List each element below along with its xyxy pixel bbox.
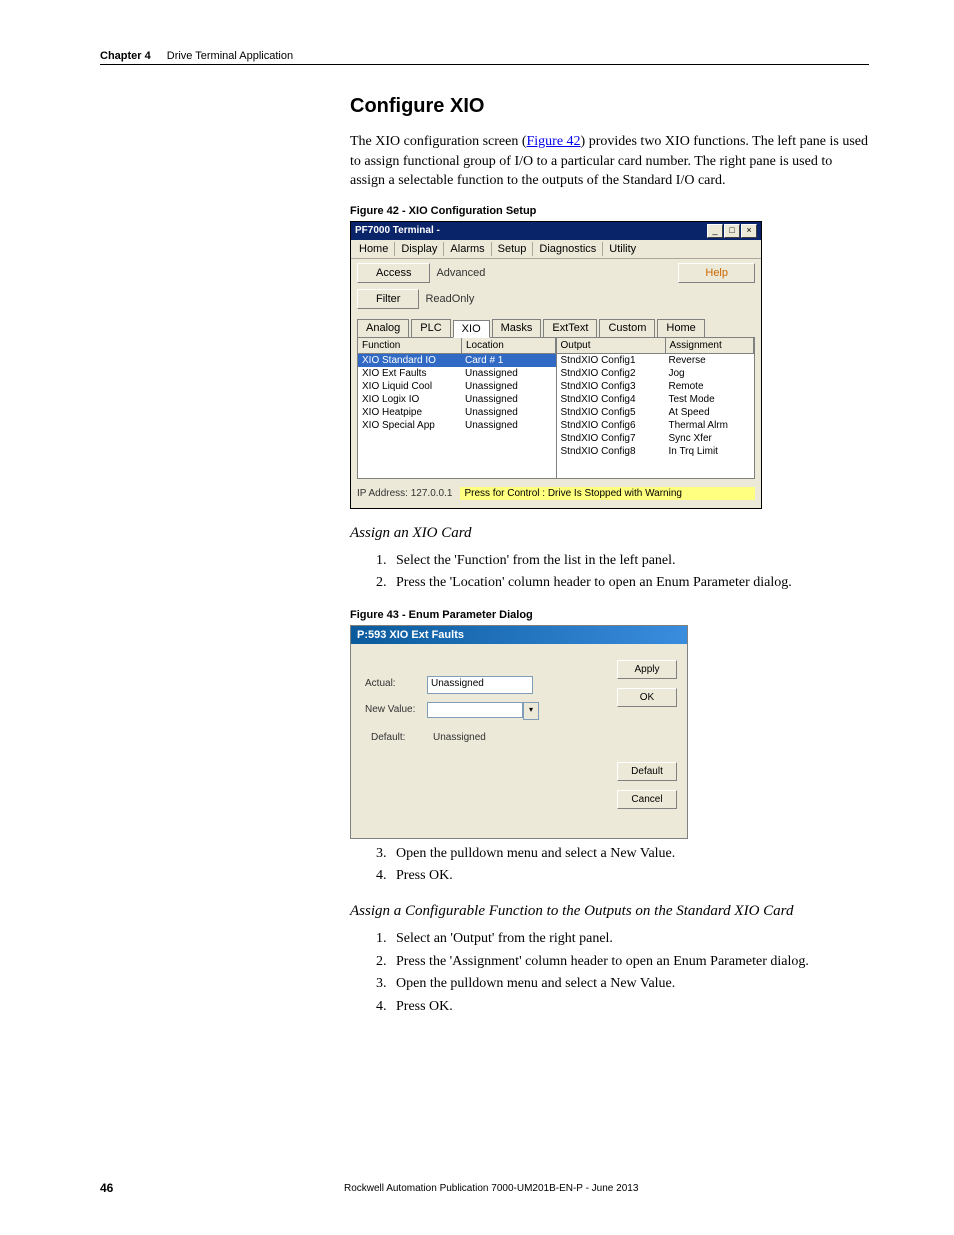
table-row[interactable]: XIO Liquid CoolUnassigned — [358, 380, 556, 393]
tab-analog[interactable]: Analog — [357, 319, 409, 337]
dialog-title: P:593 XIO Ext Faults — [351, 626, 687, 644]
ip-address: IP Address: 127.0.0.1 — [357, 488, 452, 499]
out-step-4: Press OK. — [390, 996, 869, 1018]
menu-utility[interactable]: Utility — [603, 242, 642, 256]
table-row[interactable]: StndXIO Config6Thermal Alrm — [557, 419, 755, 432]
heading-assign-output: Assign a Configurable Function to the Ou… — [350, 903, 869, 920]
table-row[interactable]: XIO Ext FaultsUnassigned — [358, 367, 556, 380]
tab-plc[interactable]: PLC — [411, 319, 450, 337]
out-step-2: Press the 'Assignment' column header to … — [390, 951, 869, 973]
close-icon[interactable]: × — [741, 224, 757, 238]
filter-value: ReadOnly — [425, 293, 474, 305]
window-titlebar: PF7000 Terminal - _ □ × — [351, 222, 761, 240]
table-row[interactable]: XIO Standard IOCard # 1 — [358, 354, 556, 367]
step-1: Select the 'Function' from the list in t… — [390, 550, 869, 572]
tab-strip: Analog PLC XIO Masks ExtText Custom Home — [351, 315, 761, 337]
figure-43-dialog: P:593 XIO Ext Faults Actual: Unassigned … — [350, 625, 688, 839]
figure-42-label: Figure 42 - XIO Configuration Setup — [350, 205, 869, 217]
table-row[interactable]: XIO Special AppUnassigned — [358, 419, 556, 432]
menu-display[interactable]: Display — [395, 242, 444, 256]
intro-paragraph: The XIO configuration screen (Figure 42)… — [350, 132, 869, 191]
figure-42-link[interactable]: Figure 42 — [526, 134, 580, 149]
actual-field: Unassigned — [427, 676, 533, 694]
step-2: Press the 'Location' column header to op… — [390, 572, 869, 594]
ok-button[interactable]: OK — [617, 688, 677, 707]
table-row[interactable]: StndXIO Config7Sync Xfer — [557, 432, 755, 445]
col-output[interactable]: Output — [557, 338, 666, 353]
chevron-down-icon[interactable]: ▾ — [523, 702, 539, 720]
actual-label: Actual: — [365, 678, 396, 689]
menu-setup[interactable]: Setup — [492, 242, 534, 256]
window-title: PF7000 Terminal - — [355, 225, 440, 236]
chapter-number: Chapter 4 — [100, 50, 151, 62]
access-value: Advanced — [436, 267, 485, 279]
default-button[interactable]: Default — [617, 762, 677, 781]
col-function[interactable]: Function — [358, 338, 462, 353]
tab-xio[interactable]: XIO — [453, 320, 490, 338]
publication-info: Rockwell Automation Publication 7000-UM2… — [113, 1183, 869, 1194]
right-pane: Output Assignment StndXIO Config1Reverse… — [557, 338, 755, 478]
minimize-icon[interactable]: _ — [707, 224, 723, 238]
table-row[interactable]: StndXIO Config8In Trq Limit — [557, 445, 755, 458]
filter-button[interactable]: Filter — [357, 289, 419, 309]
newvalue-label: New Value: — [365, 704, 415, 715]
chapter-title: Drive Terminal Application — [167, 50, 293, 62]
default-value: Unassigned — [433, 732, 486, 743]
cancel-button[interactable]: Cancel — [617, 790, 677, 809]
apply-button[interactable]: Apply — [617, 660, 677, 679]
out-step-3: Open the pulldown menu and select a New … — [390, 973, 869, 995]
heading-configure-xio: Configure XIO — [350, 95, 869, 118]
table-row[interactable]: XIO Logix IOUnassigned — [358, 393, 556, 406]
table-row[interactable]: StndXIO Config4Test Mode — [557, 393, 755, 406]
table-row[interactable]: XIO HeatpipeUnassigned — [358, 406, 556, 419]
table-row[interactable]: StndXIO Config5At Speed — [557, 406, 755, 419]
col-location[interactable]: Location — [462, 338, 556, 353]
menubar: Home Display Alarms Setup Diagnostics Ut… — [351, 240, 761, 259]
step-3: Open the pulldown menu and select a New … — [390, 843, 869, 865]
access-button[interactable]: Access — [357, 263, 430, 283]
figure-42-window: PF7000 Terminal - _ □ × Home Display Ala… — [350, 221, 762, 509]
col-assignment[interactable]: Assignment — [666, 338, 755, 353]
left-pane: Function Location XIO Standard IOCard # … — [358, 338, 557, 478]
tab-masks[interactable]: Masks — [492, 319, 542, 337]
page-number: 46 — [100, 1181, 113, 1195]
heading-assign-card: Assign an XIO Card — [350, 525, 869, 542]
step-4: Press OK. — [390, 865, 869, 887]
out-step-1: Select an 'Output' from the right panel. — [390, 928, 869, 950]
newvalue-combo[interactable]: ▾ — [427, 702, 539, 720]
menu-home[interactable]: Home — [353, 242, 395, 256]
tab-home[interactable]: Home — [657, 319, 704, 337]
menu-alarms[interactable]: Alarms — [444, 242, 491, 256]
help-button[interactable]: Help — [678, 263, 755, 283]
tab-exttext[interactable]: ExtText — [543, 319, 597, 337]
menu-diagnostics[interactable]: Diagnostics — [533, 242, 603, 256]
table-row[interactable]: StndXIO Config3Remote — [557, 380, 755, 393]
table-row[interactable]: StndXIO Config2Jog — [557, 367, 755, 380]
maximize-icon[interactable]: □ — [724, 224, 740, 238]
table-row[interactable]: StndXIO Config1Reverse — [557, 354, 755, 367]
figure-43-label: Figure 43 - Enum Parameter Dialog — [350, 609, 869, 621]
status-message[interactable]: Press for Control : Drive Is Stopped wit… — [460, 487, 755, 500]
default-label: Default: — [371, 732, 405, 743]
tab-custom[interactable]: Custom — [599, 319, 655, 337]
